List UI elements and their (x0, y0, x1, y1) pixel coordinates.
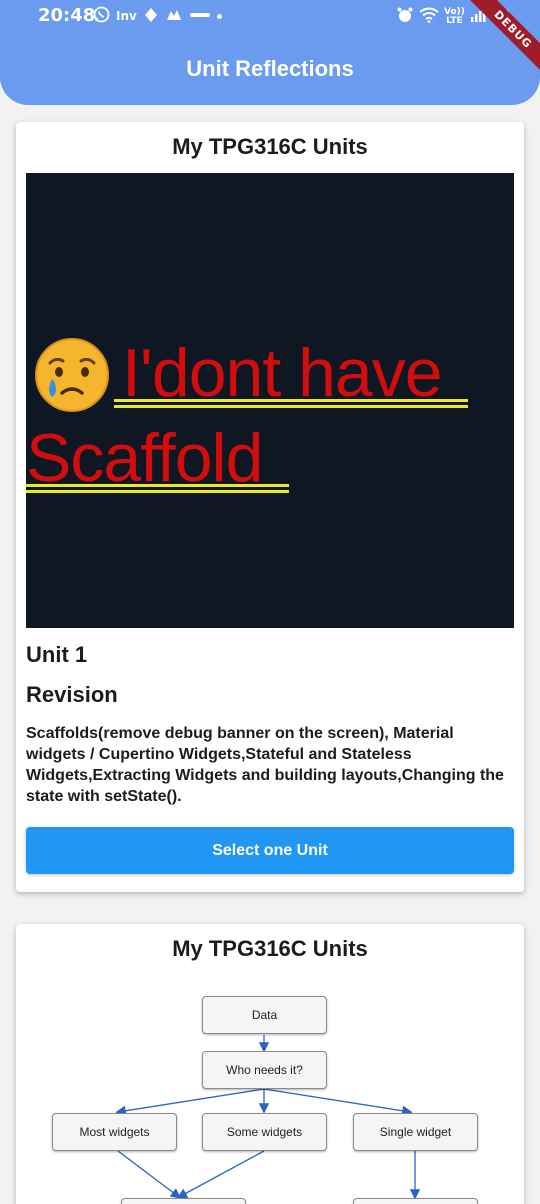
app-icon (189, 9, 211, 23)
inv-icon: Inv (116, 8, 137, 23)
select-unit-button[interactable]: Select one Unit (26, 827, 514, 874)
crying-face-icon (32, 335, 112, 420)
volte-icon: Vo)) LTE (444, 6, 465, 26)
diagram-node-some-widgets: Some widgets (202, 1113, 327, 1151)
whatsapp-icon (93, 6, 110, 26)
unit-card: My TPG316C Units I'dont have Scaffold Un… (16, 122, 524, 892)
unit-subheading: Revision (26, 682, 118, 707)
diagram-node (121, 1198, 246, 1204)
alarm-icon (396, 6, 414, 27)
meme-text-line2: Scaffold (26, 420, 263, 496)
unit-card: My TPG316C Units Data Who needs it? Most… (16, 924, 524, 1204)
notification-dot-icon (216, 13, 222, 19)
status-time: 20:48 (38, 5, 96, 26)
card-title: My TPG316C Units (172, 134, 368, 159)
page-title: Unit Reflections (186, 56, 354, 81)
state-flow-diagram: Data Who needs it? Most widgets Some wid… (16, 984, 524, 1204)
app-icon (143, 7, 159, 26)
diagram-node (353, 1198, 478, 1204)
diagram-node-data: Data (202, 996, 327, 1034)
app-icon (165, 8, 183, 25)
diagram-node-most-widgets: Most widgets (52, 1113, 177, 1151)
diagram-node-who-needs-it: Who needs it? (202, 1051, 327, 1089)
status-bar: 20:48 Inv Vo)) LTE (0, 0, 540, 32)
wifi-icon (419, 7, 439, 26)
unit-description: Scaffolds(remove debug banner on the scr… (26, 725, 504, 805)
card-title: My TPG316C Units (172, 936, 368, 961)
unit-heading: Unit 1 (26, 642, 88, 667)
meme-text-line1: I'dont have (122, 335, 443, 411)
diagram-node-single-widget: Single widget (353, 1113, 478, 1151)
meme-image: I'dont have Scaffold (26, 173, 514, 628)
